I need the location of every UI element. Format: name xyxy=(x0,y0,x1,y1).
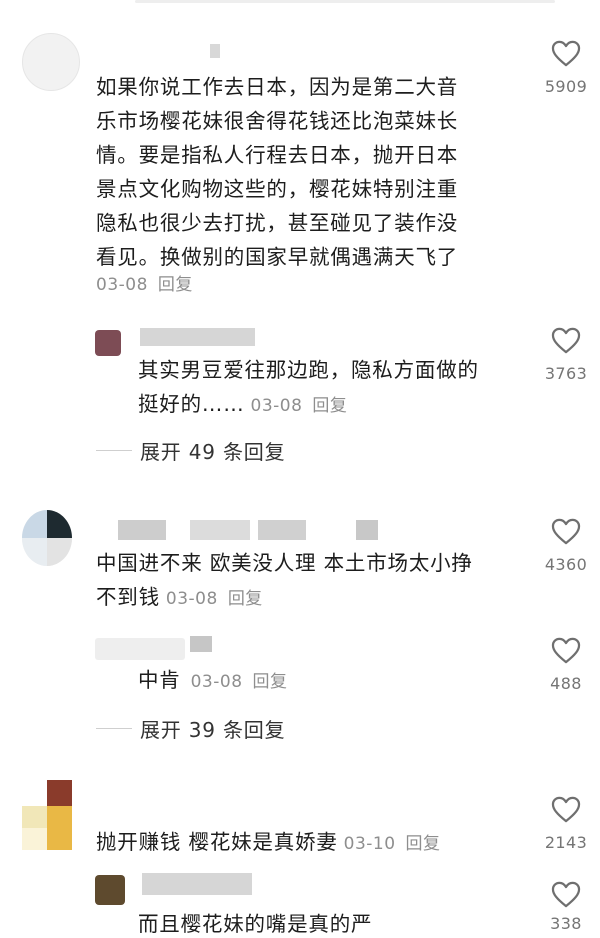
like-count: 338 xyxy=(550,914,582,933)
like-button[interactable]: 2143 xyxy=(536,796,596,852)
comment-text: 如果你说工作去日本，因为是第二大音 乐市场樱花妹很舍得花钱还比泡菜妹长 情。要是… xyxy=(96,75,459,269)
comment-date: 03-08 xyxy=(96,275,148,295)
reply-text: 其实男豆爱往那边跑，隐私方面做的 挺好的…… 03-08 回复 xyxy=(138,358,479,416)
username-blurred[interactable] xyxy=(258,520,306,540)
reply-button[interactable]: 回复 xyxy=(158,275,193,295)
like-button[interactable]: 5909 xyxy=(536,40,596,96)
like-count: 4360 xyxy=(544,555,588,574)
like-count: 5909 xyxy=(544,77,588,96)
comment-text: 抛开赚钱 樱花妹是真娇妻 03-10 回复 xyxy=(96,830,441,854)
comment-date: 03-10 xyxy=(343,834,396,854)
like-button[interactable]: 3763 xyxy=(536,327,596,383)
avatar[interactable] xyxy=(22,510,72,566)
avatar[interactable] xyxy=(95,638,185,660)
heart-outline-icon xyxy=(551,796,581,823)
username-blurred[interactable] xyxy=(210,44,220,58)
expand-divider xyxy=(96,728,132,729)
reply-text: 中肯 03-08 回复 xyxy=(138,668,288,692)
like-count: 488 xyxy=(550,674,582,693)
like-count: 3763 xyxy=(544,364,588,383)
comment-text: 中国进不来 欧美没人理 本土市场太小挣 不到钱 03-08 回复 xyxy=(96,551,473,609)
reply-text: 而且樱花妹的嘴是真的严 xyxy=(138,912,373,936)
avatar[interactable] xyxy=(22,780,72,850)
expand-replies-label: 展开 49 条回复 xyxy=(140,440,286,464)
avatar[interactable] xyxy=(22,33,80,91)
comment-date: 03-08 xyxy=(165,589,218,609)
top-divider xyxy=(135,0,555,3)
heart-outline-icon xyxy=(551,637,581,664)
like-button[interactable]: 488 xyxy=(536,637,596,693)
heart-outline-icon xyxy=(551,40,581,67)
like-button[interactable]: 338 xyxy=(536,881,596,933)
reply-button[interactable]: 回复 xyxy=(406,834,441,854)
expand-replies-button[interactable]: 展开 49 条回复 xyxy=(96,436,285,465)
username-blurred[interactable] xyxy=(140,328,255,346)
like-button[interactable]: 4360 xyxy=(536,518,596,574)
username-blurred[interactable] xyxy=(356,520,378,540)
expand-replies-label: 展开 39 条回复 xyxy=(140,718,286,742)
reply-button[interactable]: 回复 xyxy=(312,396,347,416)
heart-outline-icon xyxy=(551,518,581,545)
heart-outline-icon xyxy=(551,327,581,354)
expand-divider xyxy=(96,450,132,451)
reply-button[interactable]: 回复 xyxy=(228,589,263,609)
reply-button[interactable]: 回复 xyxy=(253,672,288,692)
like-count: 2143 xyxy=(544,833,588,852)
avatar[interactable] xyxy=(95,875,125,905)
avatar[interactable] xyxy=(95,330,121,356)
username-blurred[interactable] xyxy=(190,520,250,540)
heart-outline-icon xyxy=(551,881,581,908)
comment-meta: 03-08 回复 xyxy=(96,270,193,295)
username-blurred[interactable] xyxy=(142,873,252,895)
reply-date: 03-08 xyxy=(250,396,303,416)
username-blurred[interactable] xyxy=(118,520,166,540)
expand-replies-button[interactable]: 展开 39 条回复 xyxy=(96,714,285,743)
username-blurred[interactable] xyxy=(190,636,212,652)
reply-date: 03-08 xyxy=(190,672,243,692)
